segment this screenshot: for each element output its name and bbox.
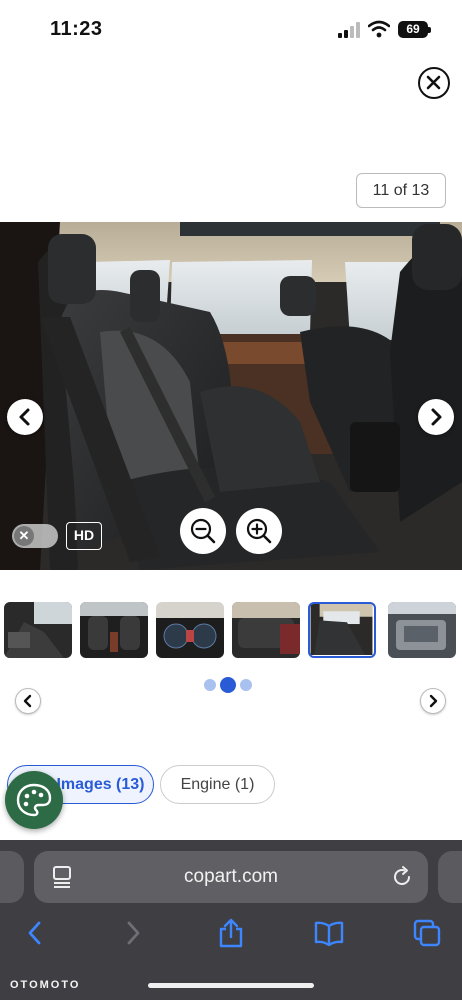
reload-icon[interactable] <box>390 865 414 889</box>
share-icon[interactable] <box>216 918 246 948</box>
thumb-rear-seats[interactable] <box>232 602 300 658</box>
chevron-right-icon <box>429 694 438 708</box>
home-indicator <box>148 983 314 988</box>
signal-icon <box>338 22 360 38</box>
main-photo[interactable] <box>0 222 462 570</box>
thumb-rear-seats-side[interactable] <box>308 602 376 658</box>
watermark-logo: OTOMOTO <box>10 979 81 991</box>
hd-label: HD <box>66 522 102 550</box>
thumb-dashboard[interactable] <box>156 602 224 658</box>
thumb-interior-front[interactable] <box>4 602 72 658</box>
page-dot-1[interactable] <box>204 679 216 691</box>
thumb-engine[interactable] <box>388 602 456 658</box>
page-dot-2[interactable] <box>220 677 236 693</box>
thumb-front-seats[interactable] <box>80 602 148 658</box>
wifi-icon <box>368 20 390 38</box>
next-tab-preview[interactable] <box>438 851 462 903</box>
back-icon[interactable] <box>20 918 50 948</box>
palette-icon <box>16 783 52 817</box>
reader-icon[interactable] <box>52 865 74 889</box>
chevron-left-icon <box>19 408 30 426</box>
zoom-in-icon <box>246 518 272 544</box>
chevron-left-icon <box>23 694 32 708</box>
status-time: 11:23 <box>50 18 103 40</box>
url-text[interactable]: copart.com <box>34 851 428 903</box>
zoom-out-icon <box>190 518 216 544</box>
palette-button[interactable] <box>5 771 63 829</box>
engine-filter-chip[interactable]: Engine (1) <box>160 765 275 804</box>
close-button[interactable] <box>418 67 450 99</box>
page-dot-3[interactable] <box>240 679 252 691</box>
zoom-in-button[interactable] <box>236 508 282 554</box>
next-image-button[interactable] <box>418 399 454 435</box>
thumbs-prev-button[interactable] <box>15 688 41 714</box>
tabs-icon[interactable] <box>412 918 442 948</box>
close-icon <box>426 75 441 90</box>
image-counter: 11 of 13 <box>356 173 446 208</box>
zoom-out-button[interactable] <box>180 508 226 554</box>
chevron-right-icon <box>431 408 442 426</box>
bookmarks-icon[interactable] <box>314 918 344 948</box>
previous-image-button[interactable] <box>7 399 43 435</box>
battery-tip <box>428 27 431 33</box>
battery-indicator: 69 <box>398 21 428 38</box>
hd-toggle-knob[interactable]: ✕ <box>14 526 34 546</box>
previous-tab-preview[interactable] <box>0 851 24 903</box>
thumbs-next-button[interactable] <box>420 688 446 714</box>
forward-icon[interactable] <box>118 918 148 948</box>
